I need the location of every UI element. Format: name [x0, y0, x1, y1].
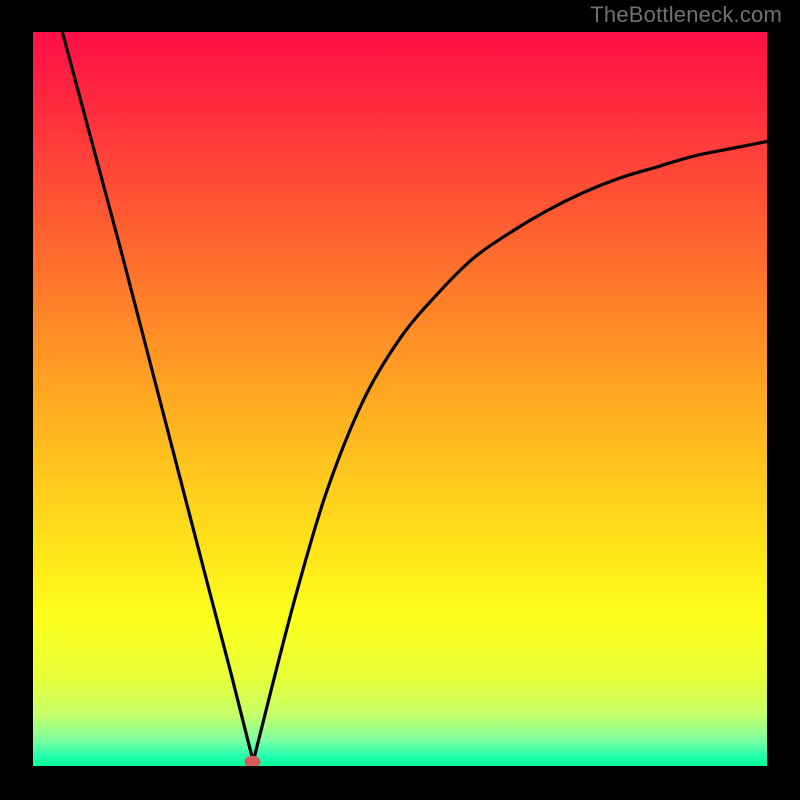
chart-curve: [33, 32, 767, 766]
minimum-point-marker: [244, 756, 260, 766]
chart-frame: TheBottleneck.com: [0, 0, 800, 800]
watermark-text: TheBottleneck.com: [590, 2, 782, 28]
plot-area: [33, 32, 767, 766]
